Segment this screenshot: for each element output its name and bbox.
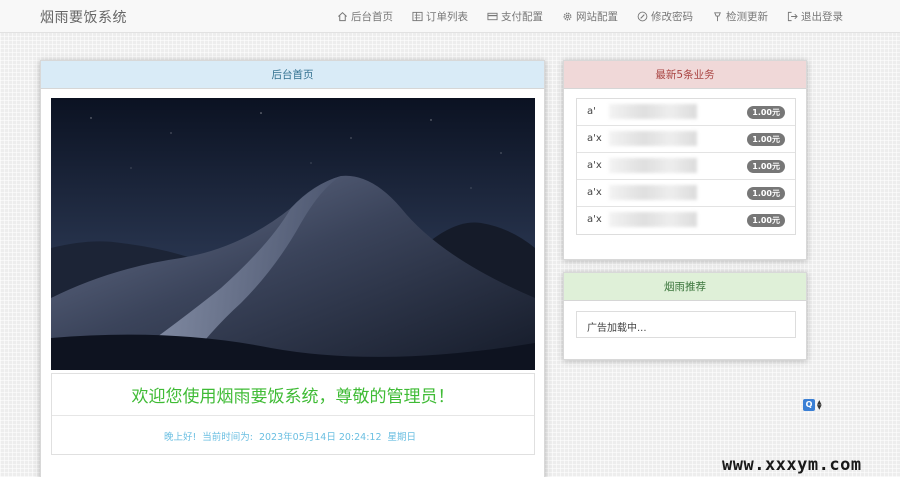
latest-orders-title: 最新5条业务 [564,61,806,89]
list-item[interactable]: a'x 1.00元 [577,180,795,207]
nav-site-config[interactable]: 网站配置 [562,9,618,24]
list-icon [412,11,423,22]
nav-logout-label: 退出登录 [801,11,843,23]
chat-icon: Q [803,399,815,411]
dashboard-panel: 后台首页 欢迎您使用烟雨要饭系统，尊敬的管理员！ 晚上好! 当前时间为: 202… [40,60,545,477]
list-item[interactable]: a'x 1.00元 [577,126,795,153]
floating-widget[interactable]: Q ▲ ▼ [803,398,830,412]
pin-icon [712,11,723,22]
list-item[interactable]: a'x 1.00元 [577,153,795,180]
nav-change-password-label: 修改密码 [651,11,693,23]
time-value: 2023年05月14日 20:24:12 [258,432,382,443]
home-icon [337,11,348,22]
price-badge: 1.00元 [747,214,785,227]
price-badge: 1.00元 [747,106,785,119]
card-icon [487,11,498,22]
nav-change-password[interactable]: 修改密码 [637,9,693,24]
nav-orders-label: 订单列表 [426,11,468,23]
redacted-text [609,185,697,200]
gear-icon [562,11,573,22]
order-name: a'x [587,214,602,225]
recommend-title: 烟雨推荐 [564,273,806,301]
order-name: a'x [587,160,602,171]
order-name: a'x [587,133,602,144]
redacted-text [609,104,697,119]
price-badge: 1.00元 [747,187,785,200]
price-badge: 1.00元 [747,160,785,173]
order-name: a' [587,106,596,117]
redacted-text [609,131,697,146]
nav-check-update-label: 检测更新 [726,11,768,23]
nav-payment[interactable]: 支付配置 [487,9,543,24]
nav-home-label: 后台首页 [351,11,393,23]
order-list: a' 1.00元 a'x 1.00元 a'x 1.00元 a'x 1.00元 a… [576,98,796,235]
list-item[interactable]: a'x 1.00元 [577,207,795,234]
expand-arrows-icon: ▲ ▼ [817,399,822,411]
redacted-text [609,158,697,173]
welcome-box: 欢迎您使用烟雨要饭系统，尊敬的管理员！ 晚上好! 当前时间为: 2023年05月14… [51,373,535,455]
dashboard-panel-title: 后台首页 [41,61,544,89]
brand-title[interactable]: 烟雨要饭系统 [40,7,127,27]
logout-icon [787,11,798,22]
nav-check-update[interactable]: 检测更新 [712,9,768,24]
time-label: 当前时间为: [202,432,253,443]
nav-logout[interactable]: 退出登录 [787,9,843,24]
weekday-text: 星期日 [387,432,417,443]
nav-site-config-label: 网站配置 [576,11,618,23]
welcome-message: 欢迎您使用烟雨要饭系统，尊敬的管理员！ [131,387,455,407]
top-navbar: 烟雨要饭系统 后台首页 订单列表 支付配置 网站配置 修改密码 检测更新 退出登… [0,0,900,33]
order-name: a'x [587,187,602,198]
hero-image [51,98,535,370]
current-time: 晚上好! 当前时间为: 2023年05月14日 20:24:12 星期日 [52,429,534,443]
nav-home[interactable]: 后台首页 [337,9,393,24]
recommend-panel: 烟雨推荐 广告加载中... [563,272,807,360]
list-item[interactable]: a' 1.00元 [577,99,795,126]
greeting-text: 晚上好! [163,432,197,443]
nav-payment-label: 支付配置 [501,11,543,23]
watermark-text: www.xxxym.com [722,455,862,475]
latest-orders-panel: 最新5条业务 a' 1.00元 a'x 1.00元 a'x 1.00元 a'x … [563,60,807,260]
edit-icon [637,11,648,22]
welcome-divider [52,415,534,416]
main-nav: 后台首页 订单列表 支付配置 网站配置 修改密码 检测更新 退出登录 [337,9,843,24]
redacted-text [609,212,697,227]
nav-orders[interactable]: 订单列表 [412,9,468,24]
price-badge: 1.00元 [747,133,785,146]
ad-placeholder: 广告加载中... [576,311,796,338]
